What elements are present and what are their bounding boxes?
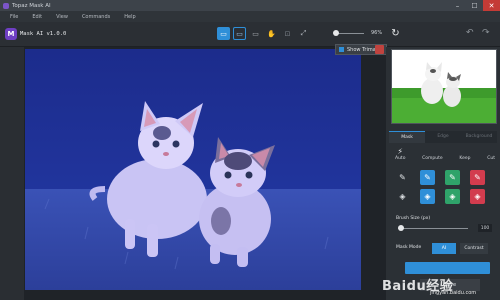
mask-mode-ai[interactable]: AI (432, 243, 456, 254)
split-view-icon[interactable]: ▭ (233, 27, 246, 40)
trimap-color-swatch[interactable] (375, 45, 384, 54)
auto-brush-icon: ⚡ (397, 147, 404, 156)
navigator-preview[interactable] (391, 49, 497, 124)
brush-size-slider[interactable] (398, 228, 468, 229)
menu-file[interactable]: File (10, 14, 18, 20)
left-strip (0, 47, 24, 300)
panel-tabs: Mask Edge Background (389, 131, 497, 143)
app-icon (3, 2, 9, 9)
brush-tool-icon[interactable]: ✎ (395, 170, 410, 185)
maximize-button[interactable]: ☐ (466, 0, 483, 11)
side-view-icon[interactable]: ▭ (249, 27, 262, 40)
tab-mask[interactable]: Mask (389, 131, 425, 143)
brand-name: Mask AI v1.0.0 (20, 31, 67, 37)
title-bar: Topaz Mask AI (0, 0, 500, 11)
kittens-photo-with-mask (25, 49, 361, 290)
zoom-level: 96% (371, 30, 383, 36)
zoom-fit-icon[interactable]: ⊡ (281, 27, 294, 40)
compute-label[interactable]: Compute (422, 156, 443, 161)
undo-icon[interactable]: ↶ (466, 28, 474, 38)
menu-view[interactable]: View (56, 14, 68, 20)
brush-size-label: Brush Size (px) (396, 216, 431, 221)
tab-edge[interactable]: Edge (425, 131, 461, 143)
zoom-slider-handle[interactable] (333, 30, 339, 36)
menu-edit[interactable]: Edit (32, 14, 42, 20)
mask-canvas[interactable] (25, 49, 361, 290)
compute-mask-button[interactable] (405, 262, 490, 274)
brush-size-handle[interactable] (398, 225, 404, 231)
toolbar: M Mask AI v1.0.0 ▭ ▭ ▭ ✋ ⊡ ⤢ 96% ↻ ↶ ↷ (0, 22, 500, 47)
zoom-slider-track[interactable] (336, 33, 364, 34)
redo-icon[interactable]: ↷ (482, 28, 490, 38)
cut-brush-icon[interactable]: ✎ (470, 170, 485, 185)
app-logo: M (5, 28, 17, 40)
close-button[interactable]: ✕ (483, 0, 500, 11)
mask-mode-label: Mask Mode (396, 245, 422, 250)
window-title: Topaz Mask AI (12, 2, 51, 9)
watermark-site: jingyan.baidu.com (430, 290, 477, 296)
single-view-icon[interactable]: ▭ (217, 27, 230, 40)
tab-background[interactable]: Background (461, 131, 497, 143)
brush-grid: ✎ ✎ ✎ ✎ ◈ ◈ ◈ ◈ (395, 170, 493, 204)
keep-fill-icon[interactable]: ◈ (420, 189, 435, 204)
preview-thumbnail (392, 50, 496, 123)
fit-screen-icon[interactable]: ⤢ (297, 27, 310, 40)
pan-hand-icon[interactable]: ✋ (265, 27, 278, 40)
compute-brush-icon[interactable]: ✎ (445, 170, 460, 185)
menu-commands[interactable]: Commands (82, 14, 110, 20)
brush-size-value[interactable]: 100 (478, 224, 492, 232)
fill-tool-icon[interactable]: ◈ (395, 189, 410, 204)
mask-mode-contrast[interactable]: Contrast (460, 243, 488, 254)
tool-row: ⚡ Auto Compute Keep Cut (395, 147, 495, 161)
auto-label: Auto (395, 156, 406, 161)
menu-help[interactable]: Help (124, 14, 135, 20)
keep-brush-icon[interactable]: ✎ (420, 170, 435, 185)
auto-tool[interactable]: ⚡ Auto (395, 147, 405, 161)
trimap-checkbox[interactable] (339, 47, 344, 52)
keep-label[interactable]: Keep (459, 156, 470, 161)
minimize-button[interactable]: – (449, 0, 466, 11)
menu-bar: File Edit View Commands Help (0, 11, 500, 22)
cut-fill-icon[interactable]: ◈ (470, 189, 485, 204)
cut-label[interactable]: Cut (487, 156, 495, 161)
refresh-icon[interactable]: ↻ (389, 27, 402, 40)
compute-fill-icon[interactable]: ◈ (445, 189, 460, 204)
